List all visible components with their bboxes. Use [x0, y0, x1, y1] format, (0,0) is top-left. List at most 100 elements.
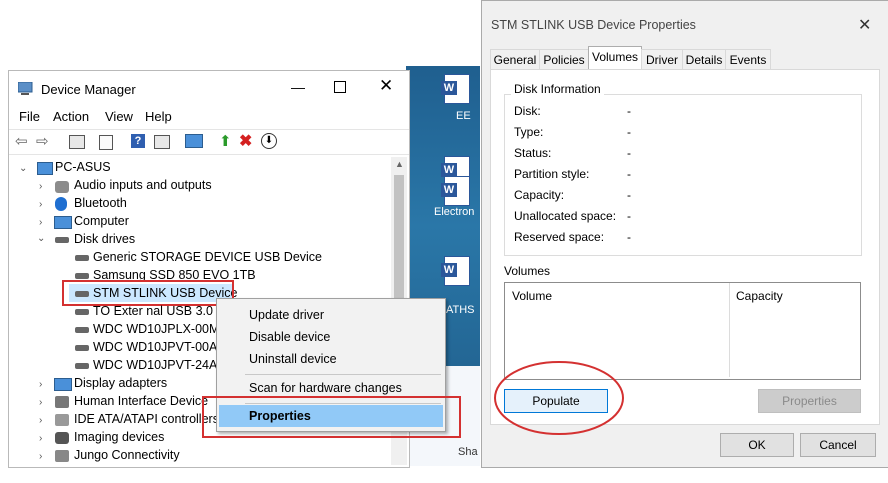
- tab-general[interactable]: General: [490, 49, 540, 70]
- menu-item-uninstall-device[interactable]: Uninstall device: [249, 352, 337, 366]
- properties-button[interactable]: Properties: [758, 389, 861, 413]
- dialog-title: STM STLINK USB Device Properties: [491, 18, 696, 32]
- uninstall-icon[interactable]: ✖: [239, 131, 252, 151]
- back-arrow-icon[interactable]: ⇦: [15, 132, 28, 150]
- properties-icon[interactable]: [99, 135, 113, 150]
- help-icon[interactable]: ?: [131, 134, 145, 148]
- tree-category[interactable]: Imaging devices: [74, 430, 164, 444]
- menu-item-disable-device[interactable]: Disable device: [249, 330, 330, 344]
- tree-category[interactable]: Bluetooth: [74, 196, 127, 210]
- word-file-icon[interactable]: W: [441, 74, 470, 104]
- view-icon[interactable]: [154, 135, 170, 149]
- chevron-right-icon[interactable]: ›: [39, 181, 42, 192]
- annotation-ellipse: [494, 361, 624, 435]
- menu-help[interactable]: Help: [145, 109, 172, 124]
- disk-drive-icon: [75, 273, 89, 279]
- highlight-box: [62, 280, 234, 306]
- update-driver-icon[interactable]: ⬆: [219, 132, 232, 150]
- tab-volumes[interactable]: Volumes: [588, 46, 642, 71]
- tree-category[interactable]: Computer: [74, 214, 129, 228]
- chevron-right-icon[interactable]: ›: [39, 199, 42, 210]
- tree-category[interactable]: Jungo Connectivity: [74, 448, 180, 462]
- tree-category[interactable]: Audio inputs and outputs: [74, 178, 212, 192]
- volumes-heading: Volumes: [504, 264, 551, 278]
- show-hide-tree-icon[interactable]: [69, 135, 85, 149]
- tree-category[interactable]: Display adapters: [74, 376, 167, 390]
- tree-device[interactable]: WDC WD10JPVT-24A1Y: [93, 358, 233, 372]
- chevron-right-icon[interactable]: ›: [39, 217, 42, 228]
- chevron-right-icon[interactable]: ›: [39, 415, 42, 426]
- title-bar: Device Manager — ✕: [9, 71, 409, 105]
- bluetooth-icon: [55, 197, 67, 211]
- forward-arrow-icon[interactable]: ⇨: [36, 132, 49, 150]
- info-value: -: [627, 209, 631, 223]
- disk-drive-icon: [75, 255, 89, 261]
- window-title: Device Manager: [41, 82, 136, 97]
- chevron-right-icon[interactable]: ›: [39, 397, 42, 408]
- info-label: Disk:: [514, 104, 541, 118]
- scroll-up-icon[interactable]: ▲: [395, 159, 404, 169]
- cancel-button[interactable]: Cancel: [800, 433, 876, 457]
- menu-divider: [245, 374, 441, 375]
- ok-button[interactable]: OK: [720, 433, 794, 457]
- tree-device[interactable]: WDC WD10JPVT-00A1Y: [93, 340, 233, 354]
- info-label: Unallocated space:: [514, 209, 617, 223]
- computer-icon: [37, 162, 53, 175]
- column-header-capacity[interactable]: Capacity: [736, 289, 783, 303]
- tree-category[interactable]: Human Interface Device: [74, 394, 208, 408]
- info-value: -: [627, 188, 631, 202]
- desktop-label-electron: Electron: [434, 206, 475, 218]
- word-file-icon[interactable]: W: [441, 256, 470, 286]
- word-file-icon[interactable]: W: [441, 176, 470, 206]
- column-header-volume[interactable]: Volume: [512, 289, 552, 303]
- tree-device[interactable]: TO Exter nal USB 3.0 SC: [93, 304, 234, 318]
- tab-events[interactable]: Events: [725, 49, 771, 70]
- tree-device[interactable]: Generic STORAGE DEVICE USB Device: [93, 250, 322, 264]
- menu-item-scan-hardware[interactable]: Scan for hardware changes: [249, 381, 402, 395]
- minimize-icon[interactable]: —: [291, 79, 305, 95]
- close-icon[interactable]: ✕: [379, 76, 393, 96]
- scan-hardware-icon[interactable]: ⬇: [261, 133, 277, 149]
- hid-icon: [55, 396, 69, 408]
- disk-drive-icon: [75, 327, 89, 333]
- info-label: Partition style:: [514, 167, 590, 181]
- monitor-icon[interactable]: [185, 134, 203, 148]
- menu-file[interactable]: File: [19, 109, 40, 124]
- info-value: -: [627, 125, 631, 139]
- chevron-right-icon[interactable]: ›: [39, 451, 42, 462]
- info-value: -: [627, 146, 631, 160]
- tree-category[interactable]: IDE ATA/ATAPI controllers: [74, 412, 219, 426]
- maximize-icon[interactable]: [334, 81, 346, 93]
- tree-root[interactable]: PC-ASUS: [55, 160, 111, 174]
- info-label: Capacity:: [514, 188, 565, 202]
- info-value: -: [627, 104, 631, 118]
- chevron-down-icon[interactable]: ⌄: [19, 163, 27, 174]
- menu-item-update-driver[interactable]: Update driver: [249, 308, 324, 322]
- tab-policies[interactable]: Policies: [539, 49, 589, 70]
- disk-drive-icon: [75, 309, 89, 315]
- info-label: Status:: [514, 146, 552, 160]
- desktop-label-aths: ATHS: [446, 304, 475, 316]
- menu-action[interactable]: Action: [53, 109, 89, 124]
- disk-drive-icon: [55, 237, 69, 243]
- camera-icon: [55, 432, 69, 444]
- tree-device[interactable]: WDC WD10JPLX-00MBI: [93, 322, 231, 336]
- tree-category[interactable]: Disk drives: [74, 232, 135, 246]
- device-manager-icon: [18, 82, 33, 95]
- chevron-right-icon[interactable]: ›: [39, 379, 42, 390]
- desktop-label-sha: Sha: [458, 446, 478, 458]
- chevron-right-icon[interactable]: ›: [39, 433, 42, 444]
- menu-view[interactable]: View: [105, 109, 133, 124]
- speaker-icon: [55, 181, 69, 193]
- close-icon[interactable]: ✕: [858, 15, 871, 35]
- tab-driver[interactable]: Driver: [641, 49, 683, 70]
- tab-details[interactable]: Details: [682, 49, 726, 70]
- chevron-down-icon[interactable]: ⌄: [37, 233, 45, 244]
- info-label: Reserved space:: [514, 230, 605, 244]
- jungo-icon: [55, 450, 69, 462]
- desktop-label-ee: EE: [456, 110, 471, 122]
- column-divider: [729, 283, 730, 377]
- disk-drive-icon: [75, 363, 89, 369]
- info-value: -: [627, 167, 631, 181]
- info-label: Type:: [514, 125, 544, 139]
